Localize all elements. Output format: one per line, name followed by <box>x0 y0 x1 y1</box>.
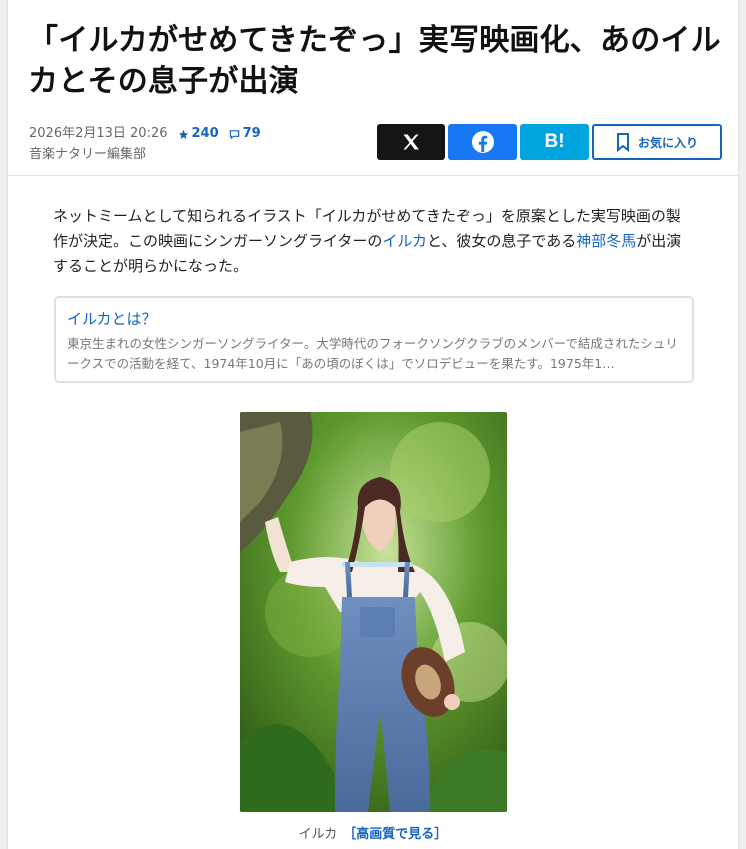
photo-caption-text: イルカ <box>298 827 338 842</box>
lead-text-2: と、彼女の息子である <box>426 232 577 250</box>
star-icon <box>178 129 188 139</box>
publish-date: 2026年2月13日 20:26 <box>29 126 168 141</box>
comment-count-value: 79 <box>242 126 261 141</box>
link-kambe-toma[interactable]: 神部冬馬 <box>576 232 636 250</box>
share-facebook-button[interactable] <box>448 124 517 160</box>
header-divider <box>8 175 738 176</box>
article-page: 「イルカがせめてきたぞっ」実写映画化、あのイルカとその息子が出演 2026年2月… <box>7 0 739 849</box>
article-meta: 2026年2月13日 20:26 240 79 音楽ナタリー編集部 <box>29 125 261 164</box>
hq-image-link[interactable]: ［高画質で見る］ <box>343 827 447 842</box>
artist-info-card[interactable]: イルカとは？ 東京生まれの女性シンガーソングライター。大学時代のフォークソングク… <box>54 296 694 383</box>
link-iruka[interactable]: イルカ <box>382 232 427 250</box>
lead-paragraph: ネットミームとして知られるイラスト「イルカがせめてきたぞっ」を原案とした実写映画… <box>53 204 693 279</box>
share-x-button[interactable] <box>377 124 445 160</box>
photo-caption: イルカ ［高画質で見る］ <box>8 823 738 842</box>
info-card-title[interactable]: イルカとは？ <box>67 308 681 330</box>
favorite-button[interactable]: お気に入り <box>592 124 722 160</box>
article-title: 「イルカがせめてきたぞっ」実写映画化、あのイルカとその息子が出演 <box>28 23 721 99</box>
x-logo-icon <box>403 134 419 150</box>
photo-illustration <box>240 412 507 812</box>
info-card-body: 東京生まれの女性シンガーソングライター。大学時代のフォークソングクラブのメンバー… <box>67 336 678 371</box>
favorite-label: お気に入り <box>637 135 698 150</box>
comment-count[interactable]: 79 <box>229 125 261 143</box>
artist-photo[interactable] <box>240 412 507 812</box>
facebook-icon <box>471 131 494 153</box>
share-buttons: B! お気に入り <box>377 124 722 160</box>
star-count[interactable]: 240 <box>178 125 219 143</box>
share-hatena-button[interactable]: B! <box>520 124 589 160</box>
author: 音楽ナタリー編集部 <box>29 147 147 162</box>
bookmark-icon <box>616 133 629 152</box>
star-count-value: 240 <box>191 126 219 141</box>
comment-icon <box>229 129 239 139</box>
